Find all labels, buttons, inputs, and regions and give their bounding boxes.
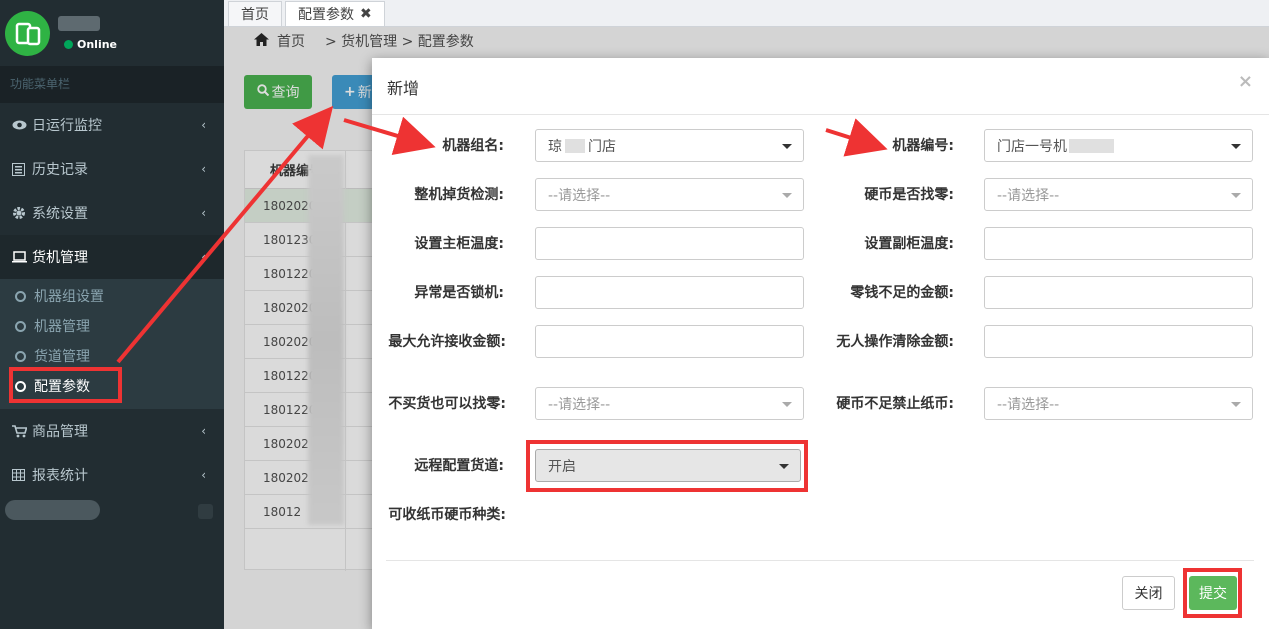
machine-no-select[interactable]: 门店一号机 [984,129,1253,162]
query-button[interactable]: 查询 [244,75,312,109]
main-temp-label: 设置主柜温度: [414,236,504,252]
sidebar-item-system-settings[interactable]: 系统设置 ‹ [0,191,224,235]
chevron-left-icon: ‹ [201,468,206,482]
caret-down-icon [1231,402,1241,407]
caret-down-icon [1231,193,1241,198]
breadcrumb-path: > 货机管理 > 配置参数 [325,34,474,50]
circle-icon [15,350,26,362]
sidebar-item-machine-management[interactable]: 货机管理 ‹ [0,235,224,279]
tab-config-params[interactable]: 配置参数 ✖ [285,1,385,26]
lock-label: 异常是否锁机: [414,285,504,301]
insufficient-label: 零钱不足的金额: [850,285,954,301]
annotation-highlight-remote [526,440,808,492]
gear-icon [12,206,32,220]
sub-temp-input[interactable] [984,227,1253,260]
circle-icon [15,290,26,302]
redacted-text [1069,138,1114,153]
sidebar-subitem-machine-admin[interactable]: 机器管理 [0,311,224,341]
close-icon[interactable]: ✖ [360,6,372,22]
clear-input[interactable] [984,325,1253,358]
menu-header: 功能菜单栏 [0,66,224,103]
cart-icon [12,424,32,438]
change-nobuy-select[interactable]: --请选择-- [535,387,804,420]
home-icon[interactable] [254,32,269,50]
chevron-down-icon: ‹ [201,250,206,264]
sub-temp-label: 设置副柜温度: [864,236,954,252]
sidebar: Online 功能菜单栏 日运行监控 ‹ 历史记录 ‹ 系统设置 ‹ 货机管理 … [0,0,224,629]
table-icon [12,469,32,481]
user-name-redacted [58,16,100,31]
sidebar-item-reports[interactable]: 报表统计 ‹ [0,453,224,497]
submit-button[interactable]: 提交 [1189,576,1237,610]
tab-home[interactable]: 首页 [228,1,282,26]
remote-label: 远程配置货道: [414,458,504,474]
footer-redacted-small [198,504,213,519]
user-panel: Online [0,0,224,66]
footer-redacted [5,500,100,520]
main-temp-input[interactable] [535,227,804,260]
circle-icon [15,320,26,332]
plus-icon: + [344,84,356,100]
sidebar-item-product-management[interactable]: 商品管理 ‹ [0,409,224,453]
coin-ban-label: 硬币不足禁止纸币: [836,396,954,412]
machine-no-label: 机器编号: [892,138,954,154]
sidebar-item-daily-monitor[interactable]: 日运行监控 ‹ [0,103,224,147]
chevron-left-icon: ‹ [201,206,206,220]
tab-bar: 首页 配置参数 ✖ [224,0,1269,27]
app-logo-icon [5,11,50,56]
annotation-highlight-config-params [9,367,122,403]
online-status: Online [64,38,117,51]
max-accept-input[interactable] [535,325,804,358]
change-nobuy-label: 不买货也可以找零: [388,396,506,412]
group-name-label: 机器组名: [442,138,504,154]
coin-change-label: 硬币是否找零: [864,187,954,203]
breadcrumb: 首页 > 货机管理 > 配置参数 [224,27,1269,55]
caret-down-icon [782,144,792,149]
currency-label: 可收纸币硬币种类: [388,507,506,523]
modal-close-icon[interactable]: × [1238,71,1253,92]
drop-detect-label: 整机掉货检测: [414,187,504,203]
eye-icon [12,119,32,131]
laptop-icon [12,251,32,263]
lock-input[interactable] [535,276,804,309]
redacted-text [565,138,585,153]
sidebar-item-history[interactable]: 历史记录 ‹ [0,147,224,191]
modal-footer-divider [386,560,1254,561]
modal-title: 新增 [387,79,420,98]
chevron-left-icon: ‹ [201,424,206,438]
coin-change-select[interactable]: --请选择-- [984,178,1253,211]
breadcrumb-home[interactable]: 首页 [277,31,305,51]
group-name-select[interactable]: 琼 门店 [535,129,804,162]
insufficient-input[interactable] [984,276,1253,309]
search-icon [256,84,269,100]
coin-ban-select[interactable]: --请选择-- [984,387,1253,420]
caret-down-icon [782,402,792,407]
caret-down-icon [1231,144,1241,149]
add-config-modal: 新增 × 机器组名: 琼 门店 机器编号: 门店一号机 整机掉货检测: --请选… [372,58,1269,629]
max-accept-label: 最大允许接收金额: [388,334,506,350]
sidebar-subitem-machine-group[interactable]: 机器组设置 [0,281,224,311]
list-icon [12,162,32,176]
drop-detect-select[interactable]: --请选择-- [535,178,804,211]
chevron-left-icon: ‹ [201,162,206,176]
table-redacted-column [308,155,344,525]
close-button[interactable]: 关闭 [1122,576,1175,610]
clear-label: 无人操作清除金额: [836,334,954,350]
online-dot-icon [64,40,73,49]
modal-header: 新增 × [372,58,1269,115]
chevron-left-icon: ‹ [201,118,206,132]
caret-down-icon [782,193,792,198]
